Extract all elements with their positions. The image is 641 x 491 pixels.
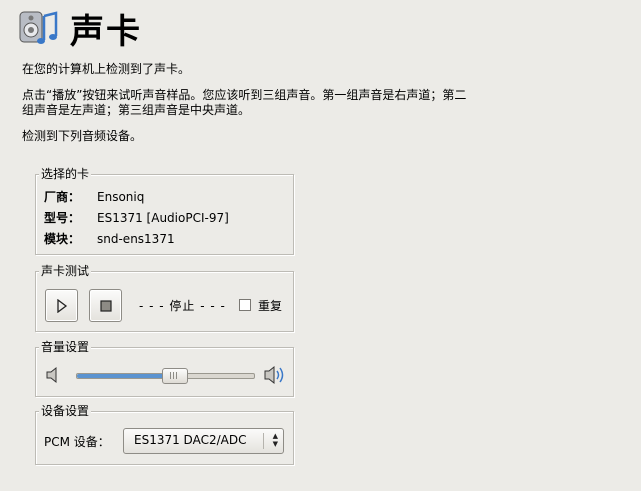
repeat-label[interactable]: 重复: [258, 297, 282, 314]
volume-slider-thumb[interactable]: [162, 368, 189, 384]
model-row: 型号： ES1371 [AudioPCI-97]: [44, 211, 229, 226]
selected-card-legend: 选择的卡: [39, 167, 92, 182]
pcm-device-select[interactable]: ES1371 DAC2/ADC ▲ ▼: [123, 428, 284, 454]
stop-icon: [99, 299, 112, 312]
playback-status: - - - 停止 - - -: [139, 299, 226, 313]
repeat-checkbox[interactable]: [239, 299, 251, 311]
selected-card-frame: 选择的卡 厂商： Ensoniq 型号： ES1371 [AudioPCI-97…: [35, 167, 294, 255]
sound-test-legend: 声卡测试: [39, 264, 92, 279]
volume-frame: 音量设置: [35, 340, 294, 397]
vendor-value: Ensoniq: [97, 190, 145, 204]
play-icon: [56, 298, 67, 313]
volume-high-icon: [264, 365, 284, 385]
device-settings-legend: 设备设置: [39, 404, 92, 419]
page-title: 声卡: [70, 11, 142, 52]
play-button[interactable]: [45, 289, 78, 322]
module-value: snd-ens1371: [97, 232, 175, 246]
select-separator: [263, 433, 264, 449]
instruction-line-1: 点击“播放”按钮来试听声音样品。您应该听到三组声音。第一组声音是右声道；第二: [22, 88, 467, 102]
devices-found-text: 检测到下列音频设备。: [22, 129, 143, 143]
sound-card-icon: [19, 11, 58, 44]
module-row: 模块： snd-ens1371: [44, 232, 175, 247]
device-settings-frame: 设备设置 PCM 设备： ES1371 DAC2/ADC ▲ ▼: [35, 404, 294, 465]
sound-test-frame: 声卡测试 - - - 停止 - - - 重复: [35, 264, 294, 332]
updown-arrows-icon: ▲ ▼: [272, 432, 278, 448]
header: 声卡: [16, 4, 142, 52]
volume-slider[interactable]: [76, 368, 255, 384]
pcm-device-value: ES1371 DAC2/ADC: [134, 433, 247, 447]
volume-slider-fill: [77, 374, 175, 378]
model-value: ES1371 [AudioPCI-97]: [97, 211, 229, 225]
vendor-row: 厂商： Ensoniq: [44, 190, 144, 205]
model-label: 型号：: [44, 211, 81, 225]
module-label: 模块：: [44, 232, 81, 246]
volume-legend: 音量设置: [39, 340, 92, 355]
thumb-grip: [170, 372, 180, 379]
instruction-line-2: 组声音是左声道；第三组声音是中央声道。: [22, 103, 251, 117]
detected-text: 在您的计算机上检测到了声卡。: [22, 62, 191, 76]
vendor-label: 厂商：: [44, 190, 81, 204]
stop-button[interactable]: [89, 289, 122, 322]
pcm-device-label: PCM 设备：: [44, 435, 110, 449]
volume-low-icon: [46, 366, 57, 384]
